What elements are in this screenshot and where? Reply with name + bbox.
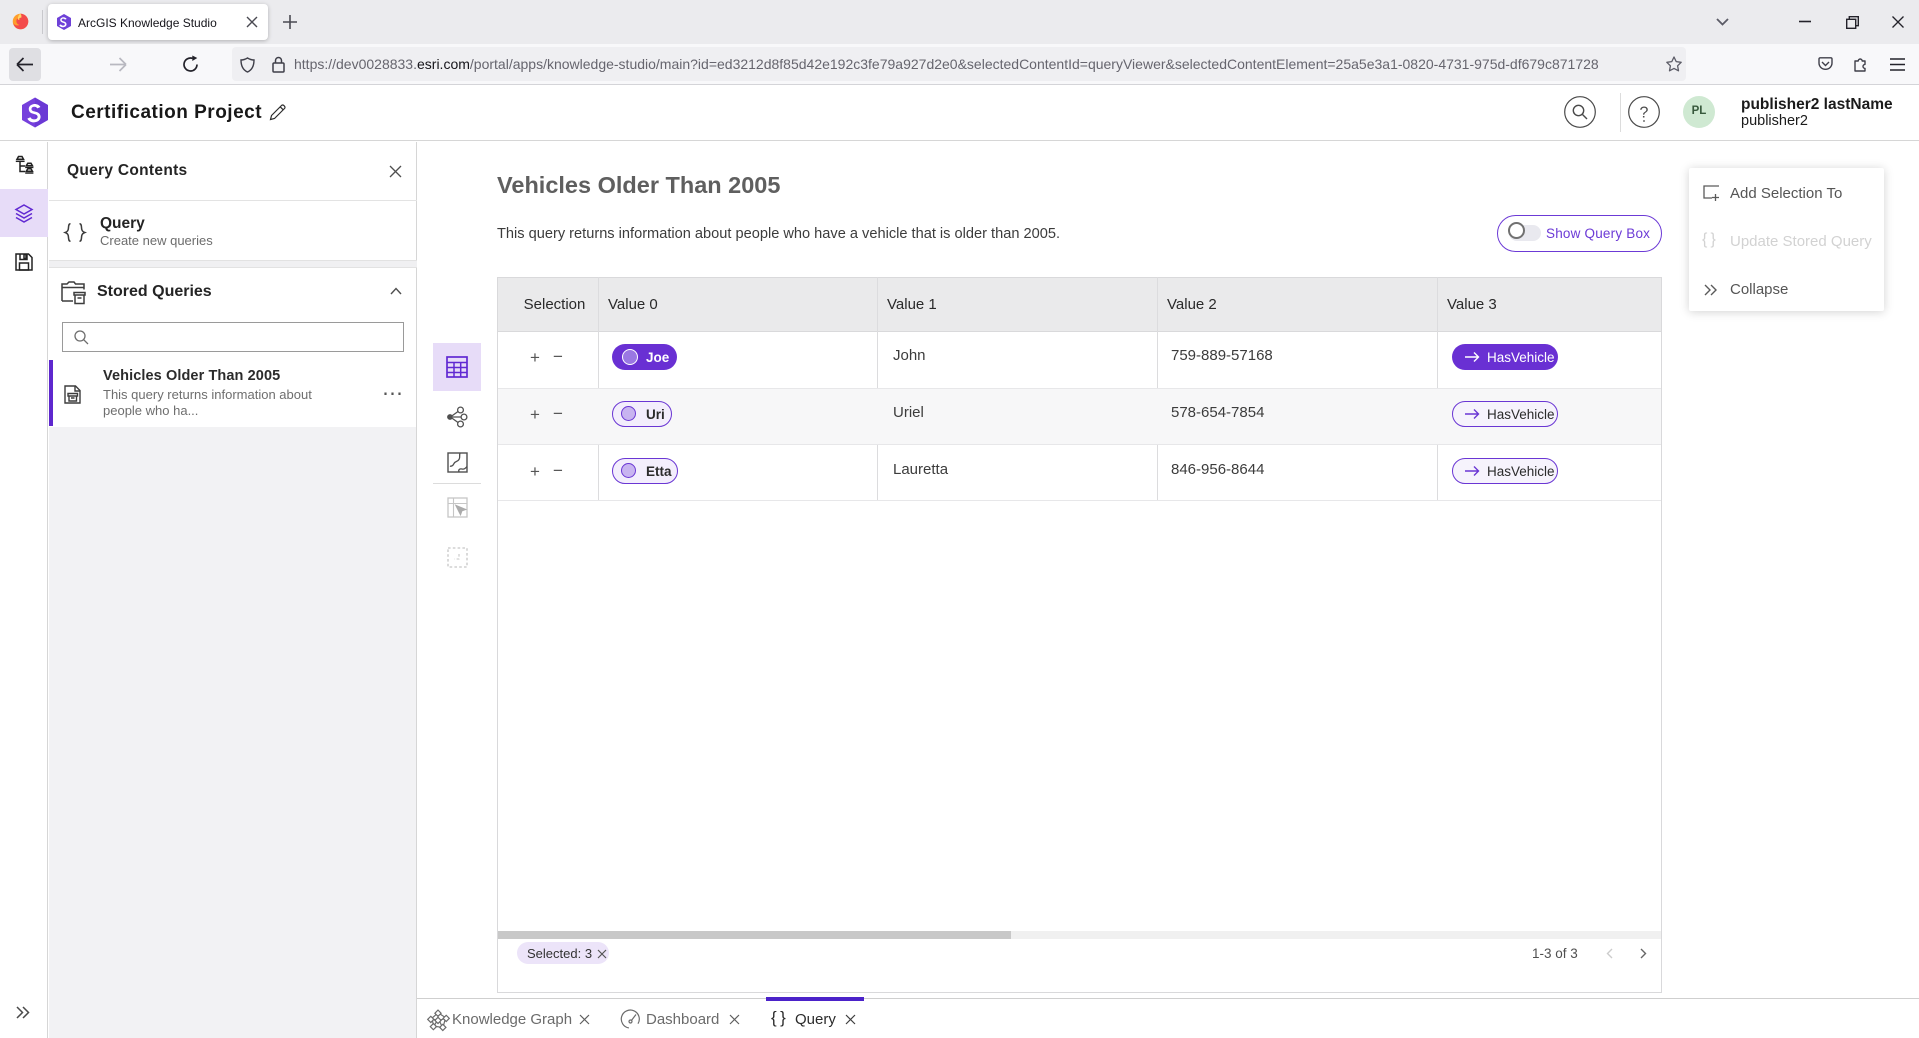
svg-text:?: ?: [1640, 105, 1649, 122]
